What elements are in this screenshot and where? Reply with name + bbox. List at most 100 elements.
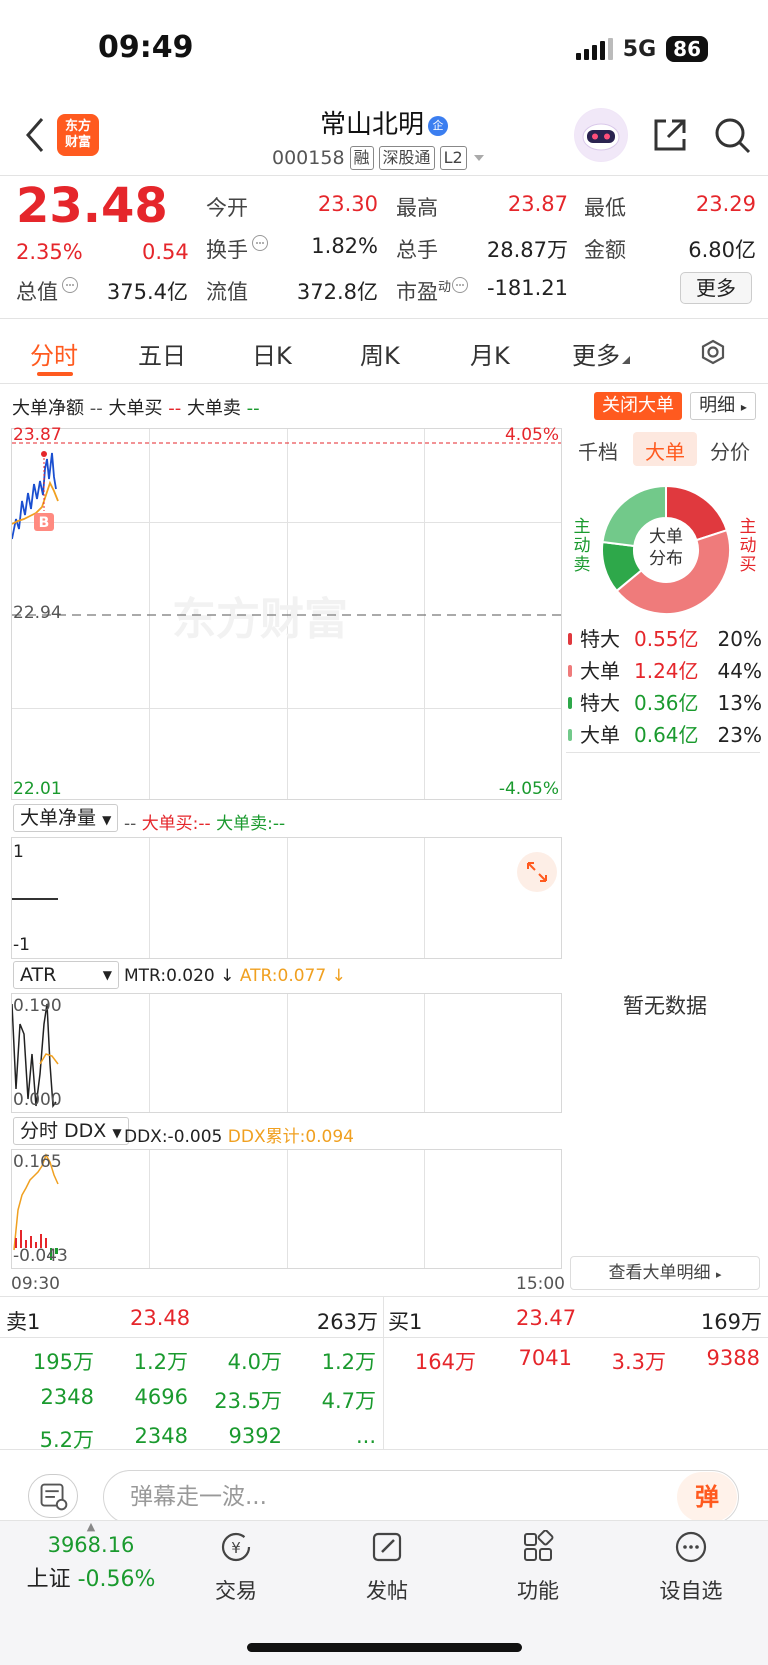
nav-post[interactable]: 发帖 — [327, 1530, 447, 1605]
search-icon[interactable] — [712, 115, 752, 155]
nav-trade[interactable]: ¥ 交易 — [176, 1530, 296, 1605]
tab-price-distribution[interactable]: 分价 — [710, 436, 750, 465]
dist-row-large-sell: 大单 0.64亿 23% — [566, 720, 762, 750]
dist-row-large-buy: 大单 1.24亿 44% — [566, 656, 762, 686]
battery-level: 86 — [666, 36, 708, 62]
danmaku-button[interactable]: 弹 — [677, 1472, 737, 1522]
price-high-label: 23.87 — [13, 425, 62, 445]
tab-order-depth[interactable]: 千档 — [578, 436, 618, 465]
float-cap-value: 372.8亿 — [296, 280, 378, 304]
nav-functions[interactable]: 功能 — [478, 1529, 598, 1605]
indicator-header: 大单净额 -- 大单买 -- 大单卖 -- — [12, 398, 260, 419]
change-amount: 0.54 — [142, 240, 189, 264]
buy-queue-cell: 9388 — [706, 1346, 760, 1370]
change-percent: 2.35% — [16, 240, 83, 264]
atr-chart: 0.190 0.000 — [11, 993, 562, 1113]
low-value: 23.29 — [695, 192, 756, 216]
pct-low-label: -4.05% — [498, 779, 559, 799]
buy1-label: 买1 — [388, 1310, 423, 1334]
intraday-chart[interactable]: 东方财富 B 23.87 4.05% 22.94 22.01 -4.05% — [11, 425, 562, 800]
tab-daily-k[interactable]: 日K — [252, 336, 292, 371]
donut-center-label: 大单 分布 — [649, 527, 683, 569]
amount-label: 金额 — [584, 238, 626, 262]
price-low-label: 22.01 — [13, 779, 62, 799]
sell-queue-cell: 4696 — [134, 1385, 188, 1409]
dropdown-caret-icon — [473, 155, 484, 161]
sell-queue-cell: 2348 — [134, 1424, 188, 1448]
ai-assistant-icon[interactable] — [574, 108, 628, 162]
pe-value: -181.21 — [486, 276, 568, 300]
network-type: 5G — [622, 36, 657, 62]
index-value: 3968.16 — [47, 1533, 135, 1557]
price-mid-label: 22.94 — [13, 603, 62, 623]
signal-icon — [575, 38, 613, 60]
sell1-price: 23.48 — [130, 1306, 191, 1330]
sell-queue-cell: 9392 — [228, 1424, 282, 1448]
tab-intraday[interactable]: 分时 — [30, 336, 78, 371]
ddx-values: DDX:-0.005 DDX累计:0.094 — [124, 1127, 354, 1147]
dist-row-extra-large-buy: 特大 0.55亿 20% — [566, 624, 762, 654]
watermark: 东方财富 — [172, 595, 348, 644]
vol-top-label: 1 — [13, 842, 24, 862]
share-icon[interactable] — [650, 115, 690, 155]
tag-margin: 融 — [349, 146, 374, 170]
ddx-selector[interactable]: 分时 DDX ▼ — [13, 1117, 129, 1145]
grid-functions-icon — [524, 1529, 554, 1561]
stock-code-row[interactable]: 000158 融 深股通 L2 — [272, 146, 486, 170]
trade-icon: ¥ — [221, 1532, 251, 1562]
stock-code: 000158 — [272, 147, 345, 169]
sell-queue-cell: 4.7万 — [321, 1389, 376, 1413]
tag-level2: L2 — [439, 146, 467, 170]
big-order-volume-chart: 1 -1 — [11, 837, 562, 959]
big-order-volume-selector[interactable]: 大单净量 ▼ — [13, 804, 119, 832]
active-tab-indicator — [37, 372, 73, 376]
no-data-message: 暂无数据 — [623, 994, 707, 1018]
market-cap-label[interactable]: 总值 — [16, 276, 79, 306]
svg-text:¥: ¥ — [231, 1539, 241, 1557]
tab-monthly-k[interactable]: 月K — [470, 336, 510, 371]
time-start-label: 09:30 — [11, 1274, 60, 1294]
buy-queue-cell: 3.3万 — [611, 1350, 666, 1374]
active-sell-label: 主动卖 — [573, 517, 591, 575]
danmaku-input[interactable]: 弹幕走一波... — [103, 1470, 739, 1524]
sell-queue-cell: 195万 — [32, 1350, 94, 1374]
volume-value: 28.87万 — [486, 238, 568, 262]
index-name-change: 上证 -0.56% — [26, 1567, 156, 1592]
sell-queue-cell: 1.2万 — [321, 1350, 376, 1374]
low-label: 最低 — [584, 196, 626, 220]
gear-icon[interactable] — [697, 336, 729, 368]
details-button[interactable]: 明细 ▸ — [690, 392, 756, 420]
info-icon — [62, 277, 78, 293]
comment-list-icon[interactable] — [28, 1474, 78, 1518]
enterprise-badge: 企 — [428, 115, 448, 136]
open-label: 今开 — [206, 196, 248, 220]
intraday-plot: 东方财富 B — [12, 442, 561, 644]
sell-queue-cell: 23.5万 — [214, 1389, 282, 1413]
turnover-value: 1.82% — [311, 234, 378, 258]
sell-queue-cell: 4.0万 — [227, 1350, 282, 1374]
home-indicator — [247, 1643, 522, 1652]
tab-big-orders[interactable]: 大单 — [645, 436, 685, 465]
atr-selector[interactable]: ATR ▼ — [13, 961, 119, 989]
pe-label[interactable]: 市盈动 — [396, 276, 469, 306]
close-big-orders-button[interactable]: 关闭大单 — [594, 392, 682, 420]
ddx-chart: 0.165 -0.043 — [11, 1149, 562, 1269]
nav-watchlist[interactable]: 设自选 — [631, 1530, 751, 1605]
sell-queue-cell: ... — [355, 1424, 376, 1448]
sell1-label: 卖1 — [6, 1310, 41, 1334]
tab-more[interactable]: 更多 — [572, 336, 630, 371]
turnover-label[interactable]: 换手 — [206, 234, 269, 264]
more-quote-button[interactable]: 更多 — [680, 272, 752, 304]
tab-five-day[interactable]: 五日 — [138, 336, 186, 371]
expand-icon[interactable] — [515, 850, 559, 894]
sell1-volume: 263万 — [316, 1310, 378, 1334]
vol-bottom-label: -1 — [13, 935, 30, 955]
market-cap-value: 375.4亿 — [106, 280, 188, 304]
open-value: 23.30 — [317, 192, 378, 216]
active-buy-label: 主动买 — [739, 517, 757, 575]
ddx-bottom-label: -0.043 — [13, 1246, 68, 1266]
tab-weekly-k[interactable]: 周K — [360, 336, 400, 371]
index-ticker[interactable]: ▲ 3968.16 上证 -0.56% — [16, 1520, 166, 1593]
view-big-order-details-button[interactable]: 查看大单明细 ▸ — [570, 1256, 760, 1290]
atr-bottom-label: 0.000 — [13, 1090, 62, 1110]
